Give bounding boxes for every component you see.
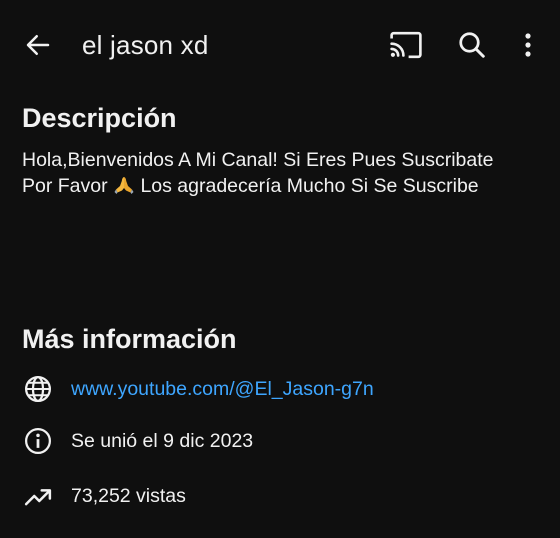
info-icon [22, 425, 54, 457]
description-line-2-start: Por Favor [22, 175, 114, 197]
back-button[interactable] [18, 25, 58, 65]
channel-url-link[interactable]: www.youtube.com/@El_Jason-g7n [71, 377, 374, 401]
folded-hands-emoji [114, 177, 134, 194]
search-button[interactable] [452, 25, 492, 65]
description-heading: Descripción [22, 103, 177, 133]
globe-icon [22, 373, 54, 405]
channel-description: Hola,Bienvenidos A Mi Canal! Si Eres Pue… [22, 147, 542, 199]
more-vert-icon [525, 33, 531, 57]
search-icon [459, 32, 485, 58]
channel-link-row: www.youtube.com/@El_Jason-g7n [22, 372, 542, 406]
arrow-back-icon [26, 35, 50, 55]
description-line-2-end: Los agradecería Mucho Si Se Suscribe [135, 175, 479, 197]
cast-icon [390, 31, 422, 59]
channel-about-screen: el jason xd Descripción Hola,Bienvenidos… [0, 0, 560, 538]
description-line-1: Hola,Bienvenidos A Mi Canal! Si Eres Pue… [22, 149, 494, 171]
joined-date-row: Se unió el 9 dic 2023 [22, 424, 542, 458]
channel-name: el jason xd [82, 30, 209, 60]
trending-up-icon [22, 480, 54, 512]
joined-date: Se unió el 9 dic 2023 [71, 430, 254, 452]
more-options-button[interactable] [510, 25, 546, 65]
views-row: 73,252 vistas [22, 479, 542, 513]
top-app-bar: el jason xd [0, 0, 560, 90]
cast-button[interactable] [386, 25, 426, 65]
view-count: 73,252 vistas [71, 485, 186, 507]
more-info-heading: Más información [22, 324, 237, 354]
